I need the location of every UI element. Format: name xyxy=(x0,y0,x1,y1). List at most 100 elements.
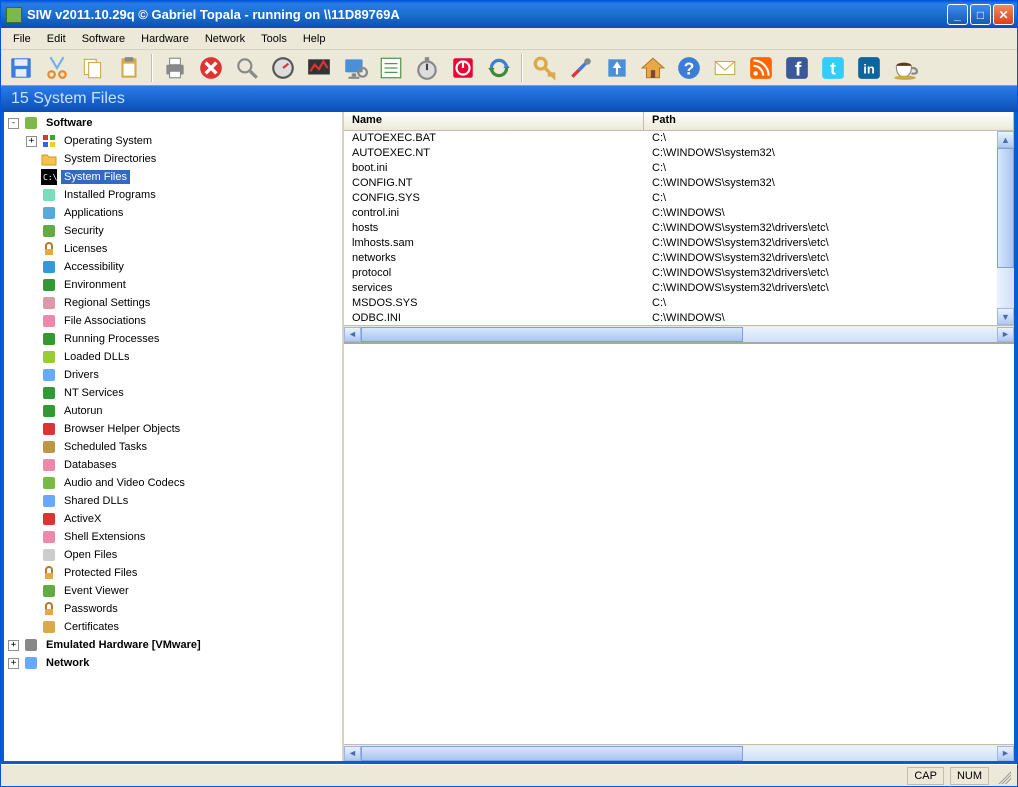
column-name[interactable]: Name xyxy=(344,112,644,130)
list-row[interactable]: networksC:\WINDOWS\system32\drivers\etc\ xyxy=(344,251,1014,266)
tree-item-protected-files[interactable]: +Protected Files xyxy=(26,564,340,582)
list-header[interactable]: Name Path xyxy=(344,112,1014,131)
stop-icon[interactable] xyxy=(195,52,227,84)
tree-item-installed-programs[interactable]: +Installed Programs xyxy=(26,186,340,204)
tree-item-regional-settings[interactable]: +Regional Settings xyxy=(26,294,340,312)
tree-item-scheduled-tasks[interactable]: +Scheduled Tasks xyxy=(26,438,340,456)
home-icon[interactable] xyxy=(637,52,669,84)
expander-icon[interactable]: + xyxy=(8,658,19,669)
expander-icon[interactable]: - xyxy=(8,118,19,129)
scroll-right-icon[interactable]: ► xyxy=(997,327,1014,342)
tree-item-nt-services[interactable]: +NT Services xyxy=(26,384,340,402)
tree-item-activex[interactable]: +ActiveX xyxy=(26,510,340,528)
power-icon[interactable] xyxy=(447,52,479,84)
twitter-icon[interactable]: t xyxy=(817,52,849,84)
save-icon[interactable] xyxy=(5,52,37,84)
list-row[interactable]: control.iniC:\WINDOWS\ xyxy=(344,206,1014,221)
tree-item-licenses[interactable]: +Licenses xyxy=(26,240,340,258)
paste-icon[interactable] xyxy=(113,52,145,84)
tree-item-operating-system[interactable]: +Operating System xyxy=(26,132,340,150)
list-row[interactable]: boot.iniC:\ xyxy=(344,161,1014,176)
list-row[interactable]: lmhosts.samC:\WINDOWS\system32\drivers\e… xyxy=(344,236,1014,251)
tools-icon[interactable] xyxy=(565,52,597,84)
key-icon[interactable] xyxy=(529,52,561,84)
cut-icon[interactable] xyxy=(41,52,73,84)
linkedin-icon[interactable]: in xyxy=(853,52,885,84)
menu-tools[interactable]: Tools xyxy=(253,30,295,48)
find-icon[interactable] xyxy=(231,52,263,84)
expander-icon[interactable]: + xyxy=(26,136,37,147)
tree-item-shell-extensions[interactable]: +Shell Extensions xyxy=(26,528,340,546)
help-icon[interactable]: ? xyxy=(673,52,705,84)
tree-item-security[interactable]: +Security xyxy=(26,222,340,240)
scroll-up-icon[interactable]: ▲ xyxy=(997,131,1014,148)
detail-horizontal-scrollbar[interactable]: ◄ ► xyxy=(344,744,1014,761)
scroll-left-icon[interactable]: ◄ xyxy=(344,327,361,342)
tree-item-software[interactable]: -Software xyxy=(8,114,340,132)
scroll-left-icon[interactable]: ◄ xyxy=(344,746,361,761)
tree-item-network[interactable]: +Network xyxy=(8,654,340,672)
tree-item-applications[interactable]: +Applications xyxy=(26,204,340,222)
list-row[interactable]: ODBC.INIC:\WINDOWS\ xyxy=(344,311,1014,325)
tree-item-event-viewer[interactable]: +Event Viewer xyxy=(26,582,340,600)
resize-grip-icon[interactable] xyxy=(995,768,1011,784)
titlebar[interactable]: SIW v2011.10.29q © Gabriel Topala - runn… xyxy=(1,1,1017,28)
maximize-button[interactable]: □ xyxy=(970,4,991,25)
list-row[interactable]: CONFIG.SYSC:\ xyxy=(344,191,1014,206)
menu-file[interactable]: File xyxy=(5,30,39,48)
scroll-right-icon[interactable]: ► xyxy=(997,746,1014,761)
tree-item-browser-helper-objects[interactable]: +Browser Helper Objects xyxy=(26,420,340,438)
tree-item-system-files[interactable]: +C:\System Files xyxy=(26,168,340,186)
tree-item-emulated-hardware-vmware-[interactable]: +Emulated Hardware [VMware] xyxy=(8,636,340,654)
vertical-scrollbar[interactable]: ▲ ▼ xyxy=(997,131,1014,325)
mail-icon[interactable] xyxy=(709,52,741,84)
facebook-icon[interactable]: f xyxy=(781,52,813,84)
tree-item-accessibility[interactable]: +Accessibility xyxy=(26,258,340,276)
tree-item-system-directories[interactable]: +System Directories xyxy=(26,150,340,168)
monitor-icon[interactable] xyxy=(339,52,371,84)
tree-item-certificates[interactable]: +Certificates xyxy=(26,618,340,636)
list-body[interactable]: AUTOEXEC.BATC:\AUTOEXEC.NTC:\WINDOWS\sys… xyxy=(344,131,1014,325)
horizontal-scrollbar[interactable]: ◄ ► xyxy=(344,325,1014,342)
tree-item-environment[interactable]: +Environment xyxy=(26,276,340,294)
list-row[interactable]: protocolC:\WINDOWS\system32\drivers\etc\ xyxy=(344,266,1014,281)
menu-software[interactable]: Software xyxy=(74,30,133,48)
tree-item-databases[interactable]: +Databases xyxy=(26,456,340,474)
list-icon[interactable] xyxy=(375,52,407,84)
refresh-icon[interactable] xyxy=(483,52,515,84)
chart-icon[interactable] xyxy=(303,52,335,84)
list-row[interactable]: AUTOEXEC.NTC:\WINDOWS\system32\ xyxy=(344,146,1014,161)
rss-icon[interactable] xyxy=(745,52,777,84)
tree-item-autorun[interactable]: +Autorun xyxy=(26,402,340,420)
gauge-icon[interactable] xyxy=(267,52,299,84)
close-button[interactable]: ✕ xyxy=(993,4,1014,25)
stopwatch-icon[interactable] xyxy=(411,52,443,84)
menu-network[interactable]: Network xyxy=(197,30,253,48)
column-path[interactable]: Path xyxy=(644,112,1014,130)
list-row[interactable]: hostsC:\WINDOWS\system32\drivers\etc\ xyxy=(344,221,1014,236)
menu-hardware[interactable]: Hardware xyxy=(133,30,197,48)
update-icon[interactable] xyxy=(601,52,633,84)
menu-help[interactable]: Help xyxy=(295,30,334,48)
list-row[interactable]: CONFIG.NTC:\WINDOWS\system32\ xyxy=(344,176,1014,191)
list-row[interactable]: AUTOEXEC.BATC:\ xyxy=(344,131,1014,146)
tree-item-audio-and-video-codecs[interactable]: +Audio and Video Codecs xyxy=(26,474,340,492)
tree-item-loaded-dlls[interactable]: +Loaded DLLs xyxy=(26,348,340,366)
list-row[interactable]: servicesC:\WINDOWS\system32\drivers\etc\ xyxy=(344,281,1014,296)
coffee-icon[interactable] xyxy=(889,52,921,84)
cert-icon xyxy=(41,619,57,635)
copy-icon[interactable] xyxy=(77,52,109,84)
menu-edit[interactable]: Edit xyxy=(39,30,74,48)
print-icon[interactable] xyxy=(159,52,191,84)
tree-item-shared-dlls[interactable]: +Shared DLLs xyxy=(26,492,340,510)
minimize-button[interactable]: _ xyxy=(947,4,968,25)
scroll-down-icon[interactable]: ▼ xyxy=(997,308,1014,325)
list-row[interactable]: MSDOS.SYSC:\ xyxy=(344,296,1014,311)
tree-item-drivers[interactable]: +Drivers xyxy=(26,366,340,384)
tree-item-file-associations[interactable]: +File Associations xyxy=(26,312,340,330)
tree-item-passwords[interactable]: +Passwords xyxy=(26,600,340,618)
tree-item-open-files[interactable]: +Open Files xyxy=(26,546,340,564)
tree-panel[interactable]: -Software+Operating System+System Direct… xyxy=(4,112,344,761)
tree-item-running-processes[interactable]: +Running Processes xyxy=(26,330,340,348)
expander-icon[interactable]: + xyxy=(8,640,19,651)
